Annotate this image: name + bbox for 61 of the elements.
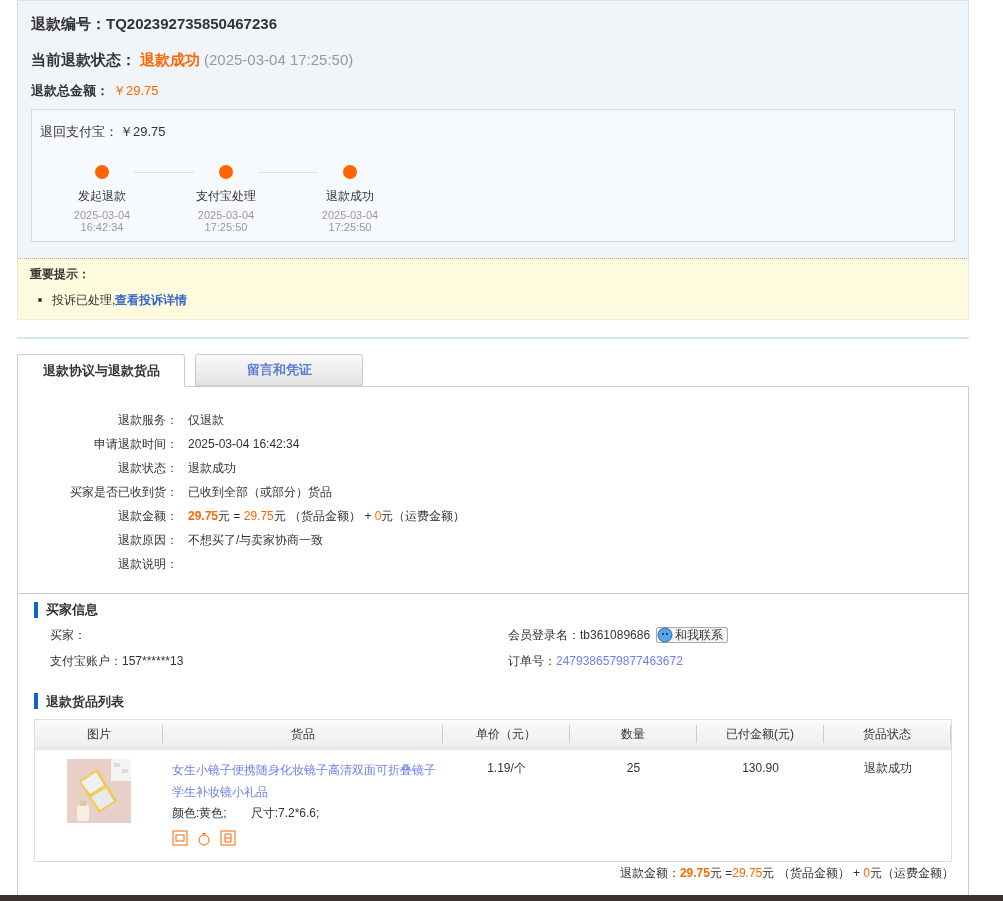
order-label: 订单号： (508, 652, 556, 670)
column-header: 已付金额(元) (726, 725, 794, 743)
account-value: 157******13 (122, 652, 184, 670)
detail-value: 退款成功 (188, 460, 236, 477)
step-label: 支付宝处理 (196, 188, 256, 205)
detail-label: 买家是否已收到货： (69, 484, 178, 501)
detail-value: 2025-03-04 16:42:34 (188, 436, 300, 453)
section-marker-icon (34, 693, 38, 710)
column-header: 单价（元） (476, 725, 536, 743)
column-header: 货品状态 (863, 725, 911, 743)
detail-value: 已收到全部（或部分）货品 (188, 484, 332, 501)
table-cell: 25 (626, 761, 641, 775)
step-time: 2025-03-04 17:25:50 (197, 209, 255, 233)
total-label: 退款总金额： (31, 82, 109, 100)
refund-number: TQ202392735850467236 (106, 14, 277, 34)
section-title: 退款货品列表 (46, 692, 124, 711)
tab[interactable]: 留言和凭证 (195, 354, 363, 386)
tab[interactable]: 退款协议与退款货品 (17, 354, 185, 387)
detail-label: 退款服务： (117, 412, 178, 429)
column-header: 数量 (621, 725, 645, 743)
receipt-icon (220, 830, 236, 846)
detail-value: 不想买了/与卖家协商一致 (188, 532, 324, 549)
step-time: 2025-03-04 16:42:34 (73, 209, 131, 233)
notice-title: 重要提示： (30, 266, 91, 283)
order-link[interactable]: 2479386579877463672 (556, 651, 683, 670)
member-label: 会员登录名： (508, 626, 580, 644)
detail-label: 退款说明： (117, 556, 178, 573)
bullet-icon (38, 298, 42, 302)
account-label: 支付宝账户： (50, 652, 122, 670)
detail-label: 申请退款时间： (93, 436, 178, 453)
detail-label: 退款金额： (117, 508, 178, 525)
product-color: 颜色:黄色; (172, 805, 227, 822)
complaint-link[interactable]: 查看投诉详情 (115, 293, 188, 307)
refund-number-label: 退款编号： (31, 14, 106, 34)
status-label: 当前退款状态： (31, 49, 136, 70)
buyer-label: 买家： (50, 626, 87, 644)
section-title: 买家信息 (46, 601, 98, 619)
total-amount: ￥29.75 (113, 82, 159, 100)
step-label: 发起退款 (78, 188, 126, 205)
step-label: 退款成功 (326, 188, 374, 205)
notice-text: 投诉已处理,查看投诉详情 (52, 292, 188, 309)
refund-amount-value: 29.75元 = 29.75元 （货品金额） + 0元（运费金额） (188, 509, 466, 523)
alipay-amount: ￥29.75 (120, 122, 166, 141)
product-size: 尺寸:7.2*6.6; (250, 805, 320, 822)
step-time: 2025-03-04 17:25:50 (321, 209, 379, 233)
column-header: 图片 (86, 725, 111, 743)
section-marker-icon (34, 601, 38, 618)
contact-button[interactable]: 和我联系 (656, 626, 729, 643)
member-name: tb361089686 (580, 626, 651, 644)
refund-amount-summary: 退款金额：29.75元 =29.75元 （货品金额） + 0元（运费金额） (619, 866, 954, 880)
column-header: 货品 (290, 725, 315, 743)
status-time: (2025-03-04 17:25:50) (204, 49, 354, 70)
detail-value: 仅退款 (188, 412, 224, 429)
refund-status: 退款成功 (140, 49, 200, 70)
alipay-label: 退回支付宝： (40, 122, 118, 141)
product-link[interactable]: 女生小镜子便携随身化妆镜子高清双面可折叠镜子学生补妆镜小礼品 (172, 759, 443, 803)
table-cell: 130.90 (742, 761, 779, 775)
table-cell: 退款成功 (863, 761, 912, 775)
table-cell: 1.19/个 (487, 761, 526, 775)
detail-label: 退款原因： (117, 532, 178, 549)
detail-label: 退款状态： (117, 460, 178, 477)
